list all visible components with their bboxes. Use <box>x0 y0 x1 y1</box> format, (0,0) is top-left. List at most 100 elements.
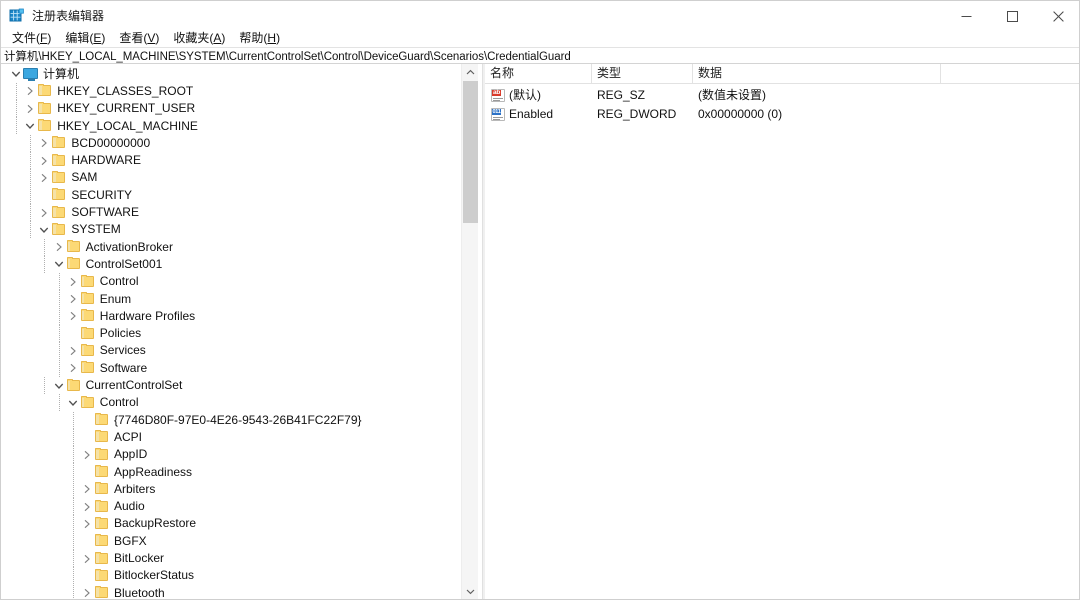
folder-icon <box>37 119 53 133</box>
tree-node-label: Bluetooth <box>114 585 165 600</box>
folder-icon <box>94 499 110 514</box>
scroll-up-arrow[interactable] <box>462 64 479 81</box>
tree-node-enum[interactable]: Enum <box>2 290 135 307</box>
tree-node-hardware-profiles[interactable]: Hardware Profiles <box>2 308 199 325</box>
tree-node-label: SECURITY <box>71 187 133 202</box>
chevron-right-icon[interactable] <box>80 515 94 532</box>
tree-node-bluetooth[interactable]: Bluetooth <box>2 585 169 600</box>
tree-node-hkey-classes-root[interactable]: HKEY_CLASSES_ROOT <box>2 83 197 100</box>
tree-node--[interactable]: 计算机 <box>2 66 83 83</box>
value-data: (数值未设置) <box>698 88 766 102</box>
close-button[interactable] <box>1035 1 1079 32</box>
folder-icon <box>94 413 110 427</box>
tree-node-label: CurrentControlSet <box>85 378 183 393</box>
folder-icon <box>51 188 67 202</box>
tree-node-currentcontrolset[interactable]: CurrentControlSet <box>2 377 186 394</box>
chevron-down-icon[interactable] <box>66 394 80 411</box>
window-title: 注册表编辑器 <box>32 9 105 23</box>
value-row[interactable]: 011 Enabled REG_DWORD 0x00000000 (0) <box>485 105 1079 124</box>
chevron-right-icon[interactable] <box>37 152 51 169</box>
registry-path: 计算机\HKEY_LOCAL_MACHINE\SYSTEM\CurrentCon… <box>4 50 571 63</box>
tree-node-label: AppReadiness <box>114 464 193 479</box>
tree-node-label: Audio <box>114 499 145 514</box>
tree-node-services[interactable]: Services <box>2 342 150 359</box>
tree-node-audio[interactable]: Audio <box>2 498 149 515</box>
chevron-down-icon[interactable] <box>52 377 66 394</box>
chevron-right-icon[interactable] <box>80 585 94 599</box>
tree-node-label: Arbiters <box>114 481 156 496</box>
tree-node-system[interactable]: SYSTEM <box>2 221 125 238</box>
tree-node-hkey-current-user[interactable]: HKEY_CURRENT_USER <box>2 100 199 117</box>
tree-node--7746d80f-97e0-4e26-9543-26b41fc22f79-[interactable]: {7746D80F-97E0-4E26-9543-26B41FC22F79} <box>2 412 366 429</box>
tree-node-software[interactable]: Software <box>2 360 151 377</box>
values-column-header-0[interactable]: 名称 <box>485 64 592 83</box>
tree-node-arbiters[interactable]: Arbiters <box>2 481 159 498</box>
chevron-right-icon[interactable] <box>23 83 37 100</box>
chevron-right-icon[interactable] <box>66 342 80 359</box>
chevron-right-icon[interactable] <box>66 308 80 325</box>
chevron-right-icon[interactable] <box>66 273 80 290</box>
tree-node-activationbroker[interactable]: ActivationBroker <box>2 239 177 256</box>
menu-item-2[interactable]: 查看(V) <box>112 30 166 47</box>
registry-editor-window: 注册表编辑器 文件(F) 编辑(E) 查看(V) 收藏夹(A) 帮助(H) 计算机\HK… <box>0 0 1080 600</box>
minimize-button[interactable] <box>943 1 989 32</box>
tree-node-bgfx[interactable]: BGFX <box>2 533 151 550</box>
scroll-thumb[interactable] <box>463 81 478 223</box>
chevron-right-icon[interactable] <box>37 204 51 221</box>
tree-node-control[interactable]: Control <box>2 273 142 290</box>
menu-item-0[interactable]: 文件(F) <box>5 30 58 47</box>
scroll-down-arrow[interactable] <box>462 583 479 599</box>
menu-item-4[interactable]: 帮助(H) <box>232 30 287 47</box>
chevron-right-icon[interactable] <box>80 446 94 463</box>
values-column-header-1[interactable]: 类型 <box>592 64 693 83</box>
chevron-down-icon[interactable] <box>52 256 66 273</box>
tree-node-security[interactable]: SECURITY <box>2 187 136 204</box>
tree-node-controlset001[interactable]: ControlSet001 <box>2 256 166 273</box>
tree-node-hardware[interactable]: HARDWARE <box>2 152 145 169</box>
chevron-right-icon[interactable] <box>80 498 94 515</box>
tree-node-hkey-local-machine[interactable]: HKEY_LOCAL_MACHINE <box>2 117 202 134</box>
chevron-right-icon[interactable] <box>37 169 51 186</box>
folder-icon <box>51 205 67 220</box>
tree-node-control[interactable]: Control <box>2 394 142 411</box>
tree-node-acpi[interactable]: ACPI <box>2 429 146 446</box>
tree-scroll-area: 计算机 HKEY_CLASSES_ROOT HKEY_CURRENT_USER HKE… <box>2 64 460 600</box>
chevron-right-icon[interactable] <box>23 100 37 117</box>
folder-icon <box>66 257 82 271</box>
menu-item-3[interactable]: 收藏夹(A) <box>166 30 232 47</box>
menu-item-1[interactable]: 编辑(E) <box>58 30 112 47</box>
chevron-right-icon[interactable] <box>80 481 94 498</box>
tree-node-appreadiness[interactable]: AppReadiness <box>2 463 196 480</box>
tree-node-label: Control <box>99 274 139 289</box>
folder-icon <box>80 343 96 358</box>
value-icon-tag: ab <box>492 89 501 96</box>
values-column-header-3[interactable] <box>941 64 1079 83</box>
address-bar[interactable]: 计算机\HKEY_LOCAL_MACHINE\SYSTEM\CurrentCon… <box>1 47 1079 64</box>
folder-icon <box>94 465 110 479</box>
chevron-right-icon[interactable] <box>37 135 51 152</box>
value-row[interactable]: ab (默认) REG_SZ (数值未设置) <box>485 86 1079 105</box>
tree-node-label: AppID <box>114 447 148 462</box>
tree-node-bitlocker[interactable]: BitLocker <box>2 550 168 567</box>
chevron-down-icon[interactable] <box>9 66 23 83</box>
tree-node-sam[interactable]: SAM <box>2 169 101 186</box>
chevron-right-icon[interactable] <box>80 550 94 567</box>
chevron-down-icon[interactable] <box>23 118 37 135</box>
menu-bar: 文件(F) 编辑(E) 查看(V) 收藏夹(A) 帮助(H) <box>1 29 1079 48</box>
tree-node-policies[interactable]: Policies <box>2 325 145 342</box>
folder-icon <box>80 326 96 341</box>
chevron-down-icon[interactable] <box>37 221 51 238</box>
tree-vertical-scrollbar[interactable] <box>461 64 479 599</box>
tree-node-software[interactable]: SOFTWARE <box>2 204 143 221</box>
maximize-button[interactable] <box>989 1 1035 32</box>
folder-icon <box>37 84 53 98</box>
tree-node-bcd00000000[interactable]: BCD00000000 <box>2 135 154 152</box>
values-column-header-2[interactable]: 数据 <box>693 64 941 83</box>
tree-node-backuprestore[interactable]: BackupRestore <box>2 515 200 532</box>
chevron-right-icon[interactable] <box>66 360 80 377</box>
chevron-right-icon[interactable] <box>66 291 80 308</box>
tree-node-appid[interactable]: AppID <box>2 446 151 463</box>
tree-node-bitlockerstatus[interactable]: BitlockerStatus <box>2 567 198 584</box>
chevron-right-icon[interactable] <box>52 239 66 256</box>
